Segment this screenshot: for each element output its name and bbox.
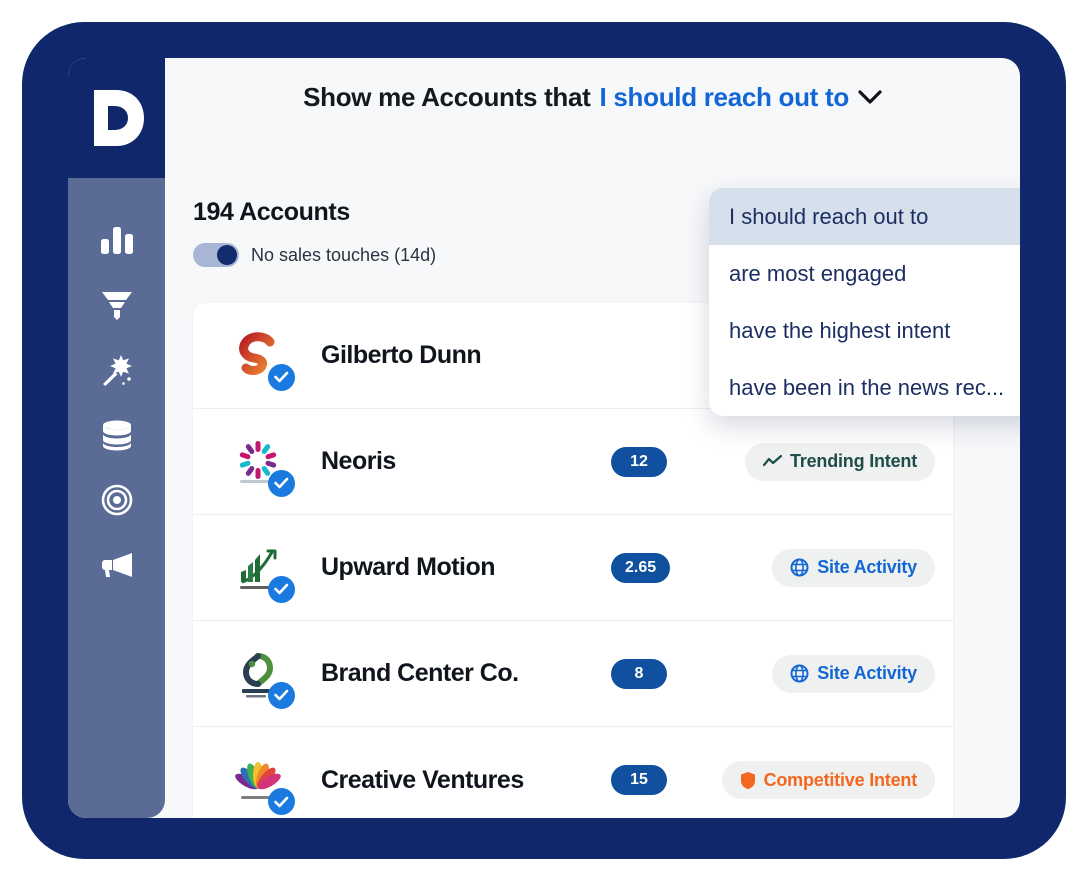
status-badge-label: Site Activity	[817, 557, 917, 577]
account-name: Upward Motion	[321, 553, 496, 581]
header-prefix: Show me Accounts that	[303, 81, 591, 112]
tag-slot: Site Activity	[670, 548, 953, 587]
magic-wand-icon	[100, 354, 134, 386]
question-dropdown-trigger[interactable]: I should reach out to	[600, 82, 850, 113]
table-row[interactable]: Upward Motion 2.65 Site Activity	[193, 515, 953, 621]
globe-icon	[790, 664, 809, 683]
dropdown-option-2[interactable]: have the highest intent	[709, 302, 1020, 359]
sidebar-item-ai-insights[interactable]	[68, 344, 165, 396]
table-row[interactable]: Brand Center Co. 8 Site Activity	[193, 621, 953, 727]
table-row[interactable]: Neoris 12 Trending Intent	[193, 409, 953, 515]
sidebar-item-data[interactable]	[68, 409, 165, 461]
letter-d-logo-icon	[93, 90, 144, 146]
sidebar-item-funnel[interactable]	[68, 279, 165, 331]
status-badge-label: Trending Intent	[790, 451, 917, 471]
app-logo[interactable]	[68, 58, 165, 178]
gilberto-dunn-logo-icon	[229, 327, 295, 391]
verified-badge-icon	[268, 575, 295, 603]
sidebar-item-campaigns[interactable]	[68, 539, 165, 591]
score-badge: 12	[611, 446, 667, 477]
sidebar-item-analytics[interactable]	[68, 214, 165, 266]
summary-block: 194 Accounts No sales touches (14d)	[193, 198, 436, 267]
tag-slot: Trending Intent	[667, 442, 953, 481]
no-sales-touches-toggle[interactable]	[193, 243, 239, 267]
brand-center-logo-icon	[229, 645, 295, 709]
status-badge-label: Competitive Intent	[763, 769, 918, 790]
verified-badge-icon	[268, 469, 295, 497]
status-badge: Competitive Intent	[721, 761, 935, 799]
status-badge: Site Activity	[772, 548, 935, 587]
bar-chart-icon	[100, 225, 134, 255]
funnel-icon	[101, 290, 133, 321]
sidebar	[68, 58, 165, 818]
tag-slot: Site Activity	[667, 654, 953, 693]
tag-slot: Competitive Intent	[667, 761, 953, 799]
chevron-down-icon[interactable]	[858, 89, 882, 105]
account-name: Gilberto Dunn	[321, 341, 482, 369]
dropdown-option-3[interactable]: have been in the news rec...	[709, 359, 1020, 416]
account-name: Brand Center Co.	[321, 659, 519, 687]
toggle-knob	[217, 245, 237, 265]
app-screen: Show me Accounts that I should reach out…	[68, 58, 1020, 818]
account-name: Neoris	[321, 447, 396, 475]
main-content: Show me Accounts that I should reach out…	[165, 58, 1020, 818]
status-badge-label: Site Activity	[817, 663, 917, 683]
score-badge: 15	[611, 765, 667, 795]
account-name: Creative Ventures	[321, 765, 524, 794]
toggle-label: No sales touches (14d)	[251, 244, 437, 265]
target-icon	[101, 484, 133, 516]
creative-ventures-logo-icon	[229, 751, 295, 815]
no-sales-touches-filter[interactable]: No sales touches (14d)	[193, 243, 436, 267]
status-badge: Trending Intent	[745, 442, 935, 481]
question-dropdown-menu: I should reach out to are most engaged h…	[709, 188, 1020, 416]
verified-badge-icon	[268, 788, 295, 815]
header-bar: Show me Accounts that I should reach out…	[165, 58, 1020, 136]
score-badge: 8	[611, 658, 667, 689]
shield-icon	[740, 771, 756, 790]
dropdown-option-0[interactable]: I should reach out to	[709, 188, 1020, 245]
table-row[interactable]: Creative Ventures 15 Competitive Intent	[193, 727, 953, 818]
sidebar-item-targeting[interactable]	[68, 474, 165, 526]
database-icon	[101, 420, 133, 451]
verified-badge-icon	[268, 363, 295, 391]
account-count: 194 Accounts	[193, 198, 350, 226]
score-badge: 2.65	[611, 552, 671, 583]
neoris-logo-icon	[229, 433, 295, 497]
page-title: Show me Accounts that I should reach out…	[303, 82, 882, 113]
globe-icon	[790, 558, 809, 577]
verified-badge-icon	[268, 681, 295, 709]
megaphone-icon	[100, 552, 134, 578]
status-badge: Site Activity	[772, 654, 935, 693]
app-window-frame: Show me Accounts that I should reach out…	[22, 22, 1066, 859]
trend-line-icon	[763, 455, 782, 468]
upward-motion-logo-icon	[229, 539, 295, 603]
dropdown-option-1[interactable]: are most engaged	[709, 245, 1020, 302]
